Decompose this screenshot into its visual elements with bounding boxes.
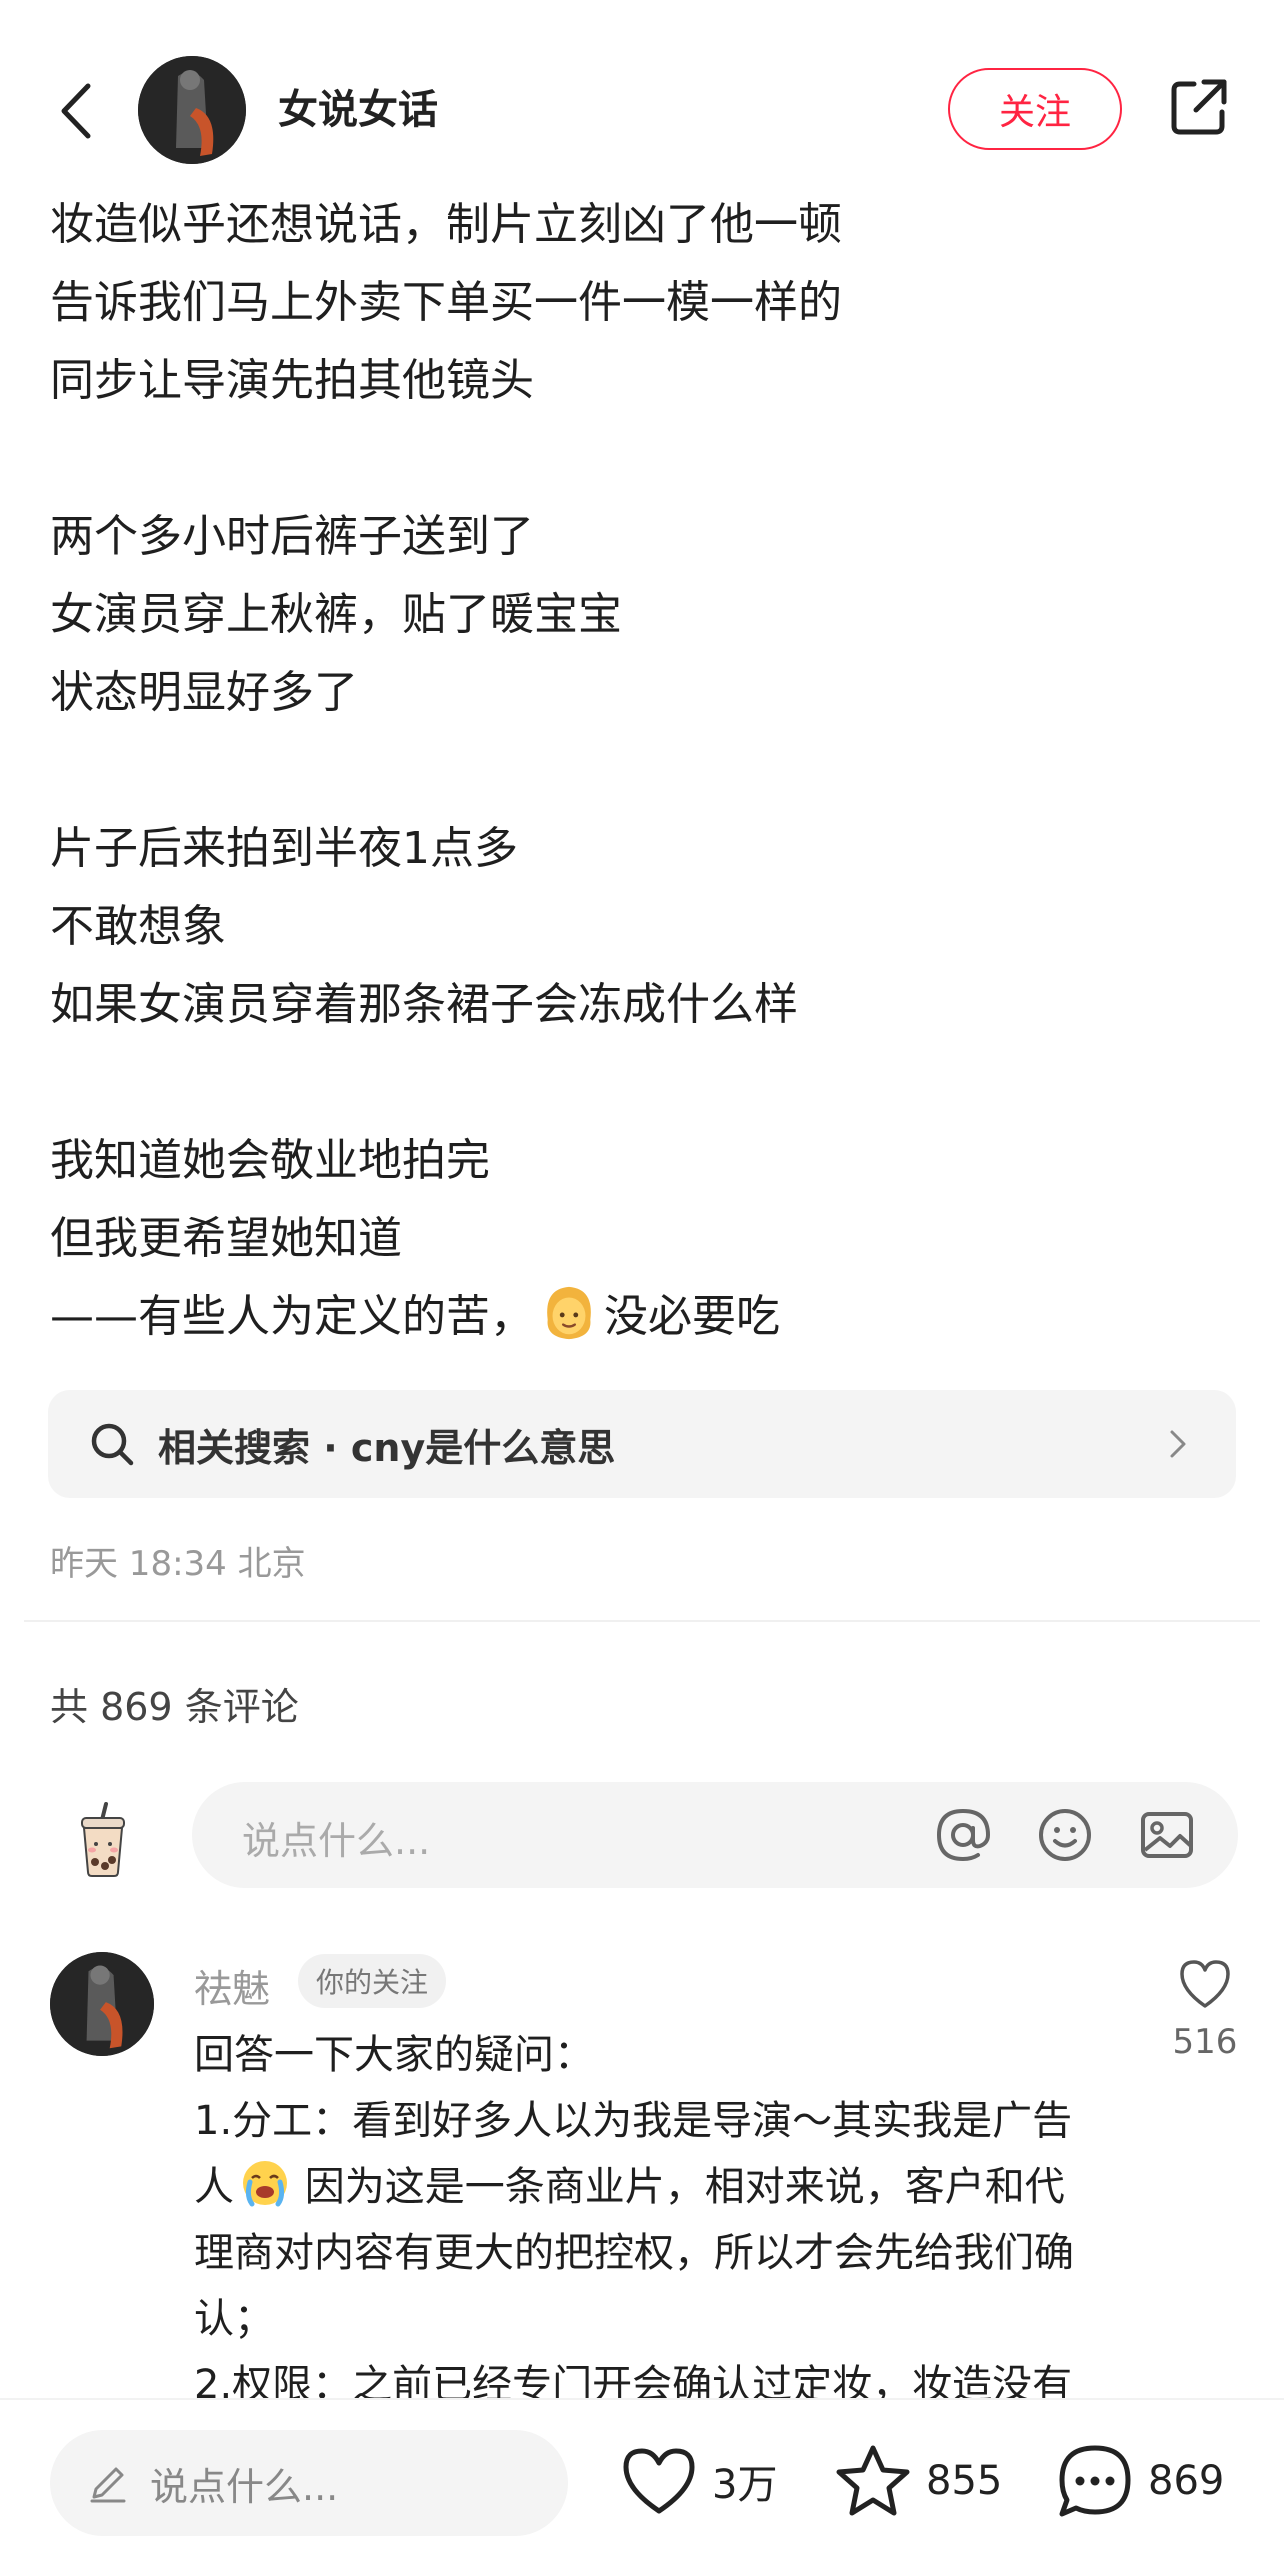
commenter-avatar[interactable] [50,1952,154,2056]
commenter-name[interactable]: 祛魅 [194,1958,270,2013]
follow-button[interactable]: 关注 [948,68,1122,150]
collect-button[interactable]: 855 [834,2436,1002,2526]
comment-bubble-icon [1059,2445,1131,2517]
comment-like-count: 516 [1172,2022,1238,2062]
comment-text: 回答一下大家的疑问： 1.分工：看到好多人以为我是导演～其实我是广告 人 因为这… [194,2022,1114,2418]
divider [24,1620,1260,1622]
crying-face-emoji-icon [243,2161,287,2207]
comment-input[interactable]: 说点什么... [192,1782,1238,1888]
like-button[interactable]: 3万 [620,2436,777,2526]
post-line: 妆造似乎还想说话，制片立刻凶了他一顿 [50,199,842,250]
back-arrow-icon [61,83,91,139]
post-line: 片子后来拍到半夜1点多 [50,823,518,874]
post-line: 不敢想象 [50,901,226,952]
comment-text-span: 人 [194,2164,234,2210]
comment-input-placeholder: 说点什么... [242,1819,431,1863]
comment-compose-row: 说点什么... [0,1780,1284,1890]
post-meta: 昨天 18:34 北京 [50,1544,306,1584]
heart-icon [623,2448,695,2514]
related-search-label: 相关搜索 · cny是什么意思 [158,1425,616,1470]
top-bar: 女说女话 关注 [0,0,1284,196]
search-icon [88,1420,136,1468]
share-icon [1171,79,1227,135]
emoji-smiley-icon[interactable] [1036,1806,1094,1864]
comment-text-span: 因为这是一条商业片，相对来说，客户和代 [292,2164,1065,2210]
author-name[interactable]: 女说女话 [278,84,438,136]
author-avatar[interactable] [138,56,246,164]
comment-total-count: 869 [1148,2458,1225,2504]
bubble-tea-avatar-icon[interactable] [68,1802,138,1878]
bottom-action-bar: 说点什么... 3万 855 869 [0,2398,1284,2574]
comment-count: 共 869 条评论 [50,1685,299,1729]
post-line: 女演员穿上秋裤，贴了暖宝宝 [50,589,622,640]
pencil-icon [90,2467,126,2503]
following-badge: 你的关注 [298,1954,447,2008]
woman-emoji-icon [547,1286,591,1340]
post-line: 两个多小时后裤子送到了 [50,511,534,562]
post-last-line: ——有些人为定义的苦， 没必要吃 [50,1278,1230,1356]
comment-line: 1.分工：看到好多人以为我是导演～其实我是广告 [194,2098,1073,2144]
comment-line: 认； [194,2296,274,2342]
comment-like-heart-icon[interactable] [1176,1956,1234,2012]
at-mention-icon[interactable] [934,1806,992,1864]
post-line: 我知道她会敬业地拍完 [50,1135,490,1186]
collect-count: 855 [926,2458,1003,2504]
post-line: 如果女演员穿着那条裙子会冻成什么样 [50,979,798,1030]
back-button[interactable] [40,66,110,156]
bottom-comment-input[interactable]: 说点什么... [50,2430,568,2536]
comment-line: 回答一下大家的疑问： [194,2032,594,2078]
post-body: 妆造似乎还想说话，制片立刻凶了他一顿 告诉我们马上外卖下单买一件一模一样的 同步… [50,186,1230,1356]
image-icon[interactable] [1138,1806,1196,1864]
share-button[interactable] [1164,72,1234,142]
post-line: 告诉我们马上外卖下单买一件一模一样的 [50,277,842,328]
comment-button[interactable]: 869 [1056,2436,1224,2526]
post-line: 但我更希望她知道 [50,1213,402,1264]
post-text: 没必要吃 [604,1291,780,1342]
post-line: 状态明显好多了 [50,667,358,718]
post-text: ——有些人为定义的苦， [50,1291,534,1342]
bottom-input-placeholder: 说点什么... [150,2464,339,2509]
like-count: 3万 [712,2462,778,2508]
related-search-bar[interactable]: 相关搜索 · cny是什么意思 [48,1390,1236,1498]
chevron-right-icon [1170,1430,1186,1458]
star-icon [836,2445,910,2516]
post-line: 同步让导演先拍其他镜头 [50,355,534,406]
comment-line-with-emoji: 人 因为这是一条商业片，相对来说，客户和代 [194,2154,1114,2220]
comment-line: 理商对内容有更大的把控权，所以才会先给我们确 [194,2230,1074,2276]
